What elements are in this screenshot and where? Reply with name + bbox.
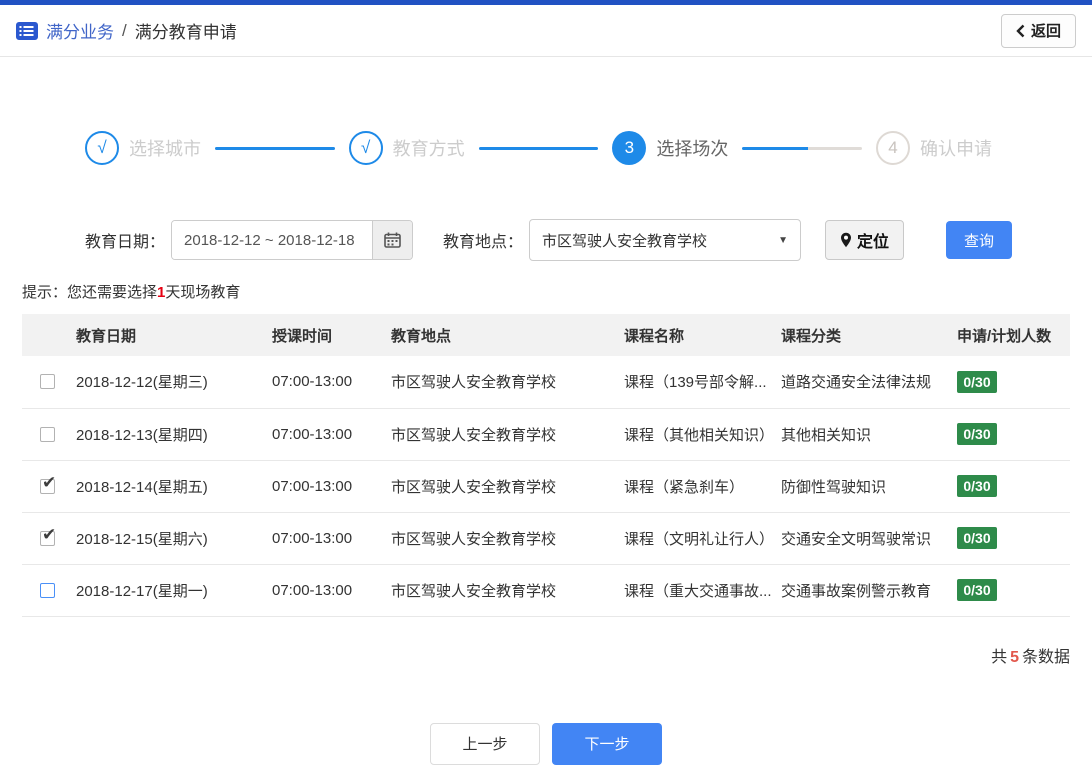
- cell-date: 2018-12-12(星期三): [68, 356, 264, 409]
- table-row: 2018-12-14(星期五) 07:00-13:00 市区驾驶人安全教育学校 …: [22, 460, 1070, 513]
- breadcrumb-separator: /: [122, 20, 127, 40]
- cell-course: 课程（重大交通事故...: [616, 564, 773, 617]
- cell-course: 课程（其他相关知识）: [616, 408, 774, 461]
- breadcrumb-section[interactable]: 满分业务: [46, 18, 114, 43]
- row-checkbox[interactable]: [40, 525, 56, 546]
- row-checkbox[interactable]: [40, 426, 55, 442]
- filter-bar: 教育日期： 教育地点： 市区驾驶人安全教育学校 ▼ 定位 查询: [0, 219, 1092, 261]
- capacity-badge: 0/30: [957, 527, 997, 549]
- next-step-button[interactable]: 下一步: [552, 722, 662, 765]
- cell-time: 07:00-13:00: [264, 512, 383, 565]
- cell-date: 2018-12-15(星期六): [68, 512, 264, 565]
- summary-prefix: 共: [991, 648, 1008, 666]
- hint-suffix: 天现场教育: [165, 284, 241, 301]
- previous-step-button[interactable]: 上一步: [430, 722, 540, 765]
- column-header-course: 课程名称: [616, 314, 773, 356]
- education-date-label: 教育日期：: [85, 234, 166, 251]
- step-4-marker: 4: [876, 131, 911, 165]
- locate-button[interactable]: 定位: [825, 220, 905, 260]
- list-icon: [16, 21, 38, 40]
- cell-time: 07:00-13:00: [264, 460, 383, 513]
- page-header: 满分业务 / 满分教育申请 返回: [0, 5, 1092, 57]
- cell-category: 其他相关知识: [773, 408, 949, 461]
- chevron-left-icon: [1016, 24, 1025, 37]
- step-select-session: 3 选择场次: [612, 131, 728, 165]
- capacity-badge: 0/30: [957, 579, 997, 601]
- summary-suffix: 条数据: [1021, 648, 1070, 666]
- stepper-connector: [478, 146, 599, 150]
- locate-button-label: 定位: [857, 234, 890, 251]
- cell-location: 市区驾驶人安全教育学校: [383, 564, 616, 617]
- summary-count: 5: [1010, 648, 1019, 666]
- cell-date: 2018-12-14(星期五): [68, 460, 264, 513]
- cell-time: 07:00-13:00: [264, 564, 383, 617]
- table-row: 2018-12-13(星期四) 07:00-13:00 市区驾驶人安全教育学校 …: [22, 408, 1070, 461]
- cell-location: 市区驾驶人安全教育学校: [383, 512, 616, 565]
- location-select[interactable]: 市区驾驶人安全教育学校 ▼: [529, 219, 802, 261]
- education-location-label: 教育地点：: [443, 234, 524, 251]
- cell-category: 交通安全文明驾驶常识: [773, 512, 949, 565]
- stepper: √ 选择城市 √ 教育方式 3 选择场次 4 确认申请: [0, 131, 1092, 165]
- table-row: 2018-12-17(星期一) 07:00-13:00 市区驾驶人安全教育学校 …: [22, 564, 1070, 617]
- step-education-mode: √ 教育方式: [348, 131, 465, 165]
- column-header-count: 申请/计划人数: [949, 314, 1070, 356]
- cell-course: 课程（文明礼让行人）: [616, 512, 774, 565]
- row-checkbox[interactable]: [40, 582, 55, 598]
- breadcrumb: 满分业务 / 满分教育申请: [16, 18, 237, 43]
- table-row: 2018-12-12(星期三) 07:00-13:00 市区驾驶人安全教育学校 …: [22, 356, 1070, 409]
- step-3-label: 选择场次: [656, 139, 729, 159]
- education-date-input[interactable]: [172, 221, 373, 259]
- column-header-category: 课程分类: [773, 314, 949, 356]
- cell-location: 市区驾驶人安全教育学校: [383, 408, 616, 461]
- back-button-label: 返回: [1030, 23, 1061, 40]
- caret-down-icon: ▼: [778, 234, 789, 246]
- row-checkbox[interactable]: [40, 473, 56, 494]
- cell-category: 道路交通安全法律法规: [773, 356, 949, 409]
- location-select-value: 市区驾驶人安全教育学校: [542, 232, 708, 250]
- stepper-connector: [742, 146, 863, 150]
- breadcrumb-page-title: 满分教育申请: [134, 23, 237, 42]
- hint-prefix: 提示：您还需要选择: [22, 284, 158, 301]
- back-button[interactable]: 返回: [1000, 13, 1076, 48]
- step-3-marker: 3: [612, 131, 647, 165]
- stepper-connector: [215, 146, 335, 150]
- step-1-label: 选择城市: [129, 139, 201, 159]
- cell-course: 课程（139号部令解...: [616, 356, 773, 409]
- step-confirm-application: 4 确认申请: [876, 131, 992, 165]
- capacity-badge: 0/30: [957, 475, 997, 497]
- table-header-row: 教育日期 授课时间 教育地点 课程名称 课程分类 申请/计划人数: [22, 314, 1070, 356]
- step-4-label: 确认申请: [920, 139, 993, 159]
- cell-date: 2018-12-13(星期四): [68, 408, 264, 461]
- table-row: 2018-12-15(星期六) 07:00-13:00 市区驾驶人安全教育学校 …: [22, 512, 1070, 565]
- calendar-icon: [384, 232, 401, 248]
- step-select-city: √ 选择城市: [85, 131, 201, 165]
- cell-category: 交通事故案例警示教育: [773, 564, 949, 617]
- cell-time: 07:00-13:00: [264, 408, 383, 461]
- cell-course: 课程（紧急刹车）: [616, 460, 773, 513]
- session-table: 教育日期 授课时间 教育地点 课程名称 课程分类 申请/计划人数 2018-12…: [22, 314, 1070, 617]
- hint-text: 提示：您还需要选择1天现场教育: [0, 281, 1092, 302]
- step-2-marker: √: [348, 131, 383, 165]
- date-range-group: [171, 220, 414, 260]
- column-header-date: 教育日期: [68, 314, 264, 356]
- location-pin-icon: [841, 232, 852, 248]
- step-1-marker: √: [85, 131, 119, 165]
- search-button[interactable]: 查询: [946, 221, 1013, 259]
- row-checkbox[interactable]: [40, 374, 55, 390]
- step-2-label: 教育方式: [392, 139, 465, 159]
- column-header-location: 教育地点: [383, 314, 616, 356]
- wizard-navigation: 上一步 下一步: [0, 722, 1092, 765]
- capacity-badge: 0/30: [957, 370, 997, 393]
- checkbox-column-header: [22, 314, 68, 356]
- cell-date: 2018-12-17(星期一): [68, 564, 264, 617]
- capacity-badge: 0/30: [957, 423, 997, 445]
- cell-category: 防御性驾驶知识: [773, 460, 949, 513]
- record-count-summary: 共 5 条数据: [22, 643, 1070, 667]
- column-header-time: 授课时间: [264, 314, 383, 356]
- calendar-button[interactable]: [372, 221, 413, 259]
- cell-location: 市区驾驶人安全教育学校: [383, 460, 616, 513]
- cell-time: 07:00-13:00: [264, 356, 383, 409]
- cell-location: 市区驾驶人安全教育学校: [383, 356, 616, 409]
